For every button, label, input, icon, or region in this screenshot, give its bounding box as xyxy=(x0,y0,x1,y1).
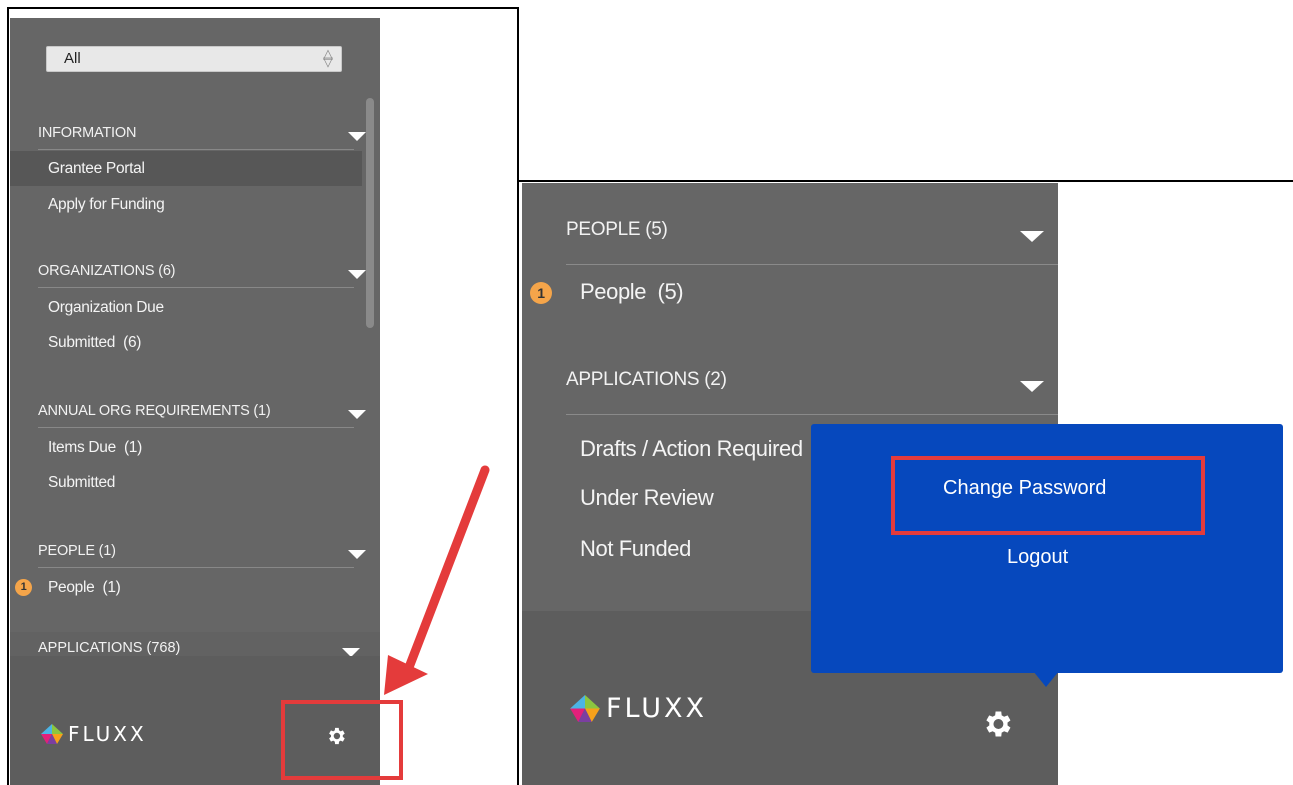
section-header-label: PEOPLE (5) xyxy=(566,219,668,240)
left-sidebar: All △ ▽ INFORMATION Grantee Portal Apply … xyxy=(10,18,380,785)
notification-badge: 1 xyxy=(15,579,32,596)
fluxx-logo-icon xyxy=(41,724,63,744)
notification-badge: 1 xyxy=(530,282,552,304)
collapse-triangle-icon[interactable] xyxy=(348,410,366,419)
sidebar-item-items-due[interactable]: Items Due (1) xyxy=(10,430,362,465)
section-header-label: ORGANIZATIONS (6) xyxy=(38,263,176,279)
sidebar-item-organizations-submitted[interactable]: Submitted (6) xyxy=(10,325,362,360)
frame-left-border xyxy=(7,7,9,785)
fluxx-logo-icon xyxy=(570,695,600,722)
sidebar-item-label: People (1) xyxy=(48,579,121,596)
section-header-annual-org-requirements[interactable]: ANNUAL ORG REQUIREMENTS (1) xyxy=(38,388,366,428)
sidebar-item-label: People (5) xyxy=(580,279,684,304)
sidebar-item-drafts-action-required[interactable]: Drafts / Action Required xyxy=(580,436,803,462)
sidebar-item-people[interactable]: 1 People (1) xyxy=(10,570,362,605)
popup-pointer xyxy=(1033,671,1059,687)
filter-selected-value: All xyxy=(64,50,81,67)
gear-highlight-box xyxy=(281,700,403,780)
sidebar-item-not-funded[interactable]: Not Funded xyxy=(580,536,691,562)
gear-icon[interactable] xyxy=(980,707,1014,741)
sidebar-item-label: Grantee Portal xyxy=(48,160,145,177)
collapse-triangle-icon[interactable] xyxy=(1020,381,1044,392)
collapse-triangle-icon[interactable] xyxy=(348,132,366,141)
select-arrows-icon: △ ▽ xyxy=(323,46,333,69)
frame-top-border xyxy=(7,7,519,9)
sidebar-scrollbar[interactable] xyxy=(366,98,374,328)
sidebar-item-label: Submitted xyxy=(48,474,116,491)
collapse-triangle-icon[interactable] xyxy=(348,270,366,279)
sidebar-item-label: Under Review xyxy=(580,485,714,510)
section-header-organizations[interactable]: ORGANIZATIONS (6) xyxy=(38,248,366,288)
sidebar-item-label: Apply for Funding xyxy=(48,196,165,213)
section-header-label: ANNUAL ORG REQUIREMENTS (1) xyxy=(38,403,271,419)
section-header-label: PEOPLE (1) xyxy=(38,543,116,559)
section-header-label: APPLICATIONS (768) xyxy=(38,640,181,656)
sidebar-item-people[interactable]: 1 People (5) xyxy=(530,279,684,305)
sidebar-item-apply-for-funding[interactable]: Apply for Funding xyxy=(10,187,362,222)
filter-select[interactable]: All △ ▽ xyxy=(46,46,342,72)
fluxx-logo-text: FLUXX xyxy=(68,722,147,746)
sidebar-item-label: Organization Due xyxy=(48,299,164,316)
fluxx-logo-text: FLUXX xyxy=(606,693,707,724)
section-header-information[interactable]: INFORMATION xyxy=(38,110,366,150)
collapse-triangle-icon[interactable] xyxy=(348,550,366,559)
fluxx-logo: FLUXX xyxy=(41,722,147,746)
pointer-arrow-icon xyxy=(384,465,490,695)
sidebar-item-label: Drafts / Action Required xyxy=(580,436,803,461)
collapse-triangle-icon[interactable] xyxy=(1020,231,1044,242)
section-header-people[interactable]: PEOPLE (5) xyxy=(566,183,1058,265)
sidebar-item-label: Submitted (6) xyxy=(48,334,142,351)
frame-right-top-border xyxy=(519,180,1293,182)
sidebar-item-organization-due[interactable]: Organization Due xyxy=(10,290,362,325)
sidebar-item-under-review[interactable]: Under Review xyxy=(580,485,714,511)
logout-link[interactable]: Logout xyxy=(1007,546,1068,569)
sidebar-item-grantee-portal[interactable]: Grantee Portal xyxy=(10,151,362,186)
sidebar-item-requirements-submitted[interactable]: Submitted xyxy=(10,465,362,500)
section-header-applications[interactable]: APPLICATIONS (2) xyxy=(566,333,1058,415)
section-header-people[interactable]: PEOPLE (1) xyxy=(38,528,366,568)
sidebar-item-label: Not Funded xyxy=(580,536,691,561)
section-header-label: INFORMATION xyxy=(38,125,137,141)
sidebar-item-label: Items Due (1) xyxy=(48,439,142,456)
change-password-highlight-box xyxy=(891,456,1205,535)
section-header-label: APPLICATIONS (2) xyxy=(566,369,727,390)
fluxx-logo: FLUXX xyxy=(570,693,707,724)
frame-divider xyxy=(517,7,519,785)
